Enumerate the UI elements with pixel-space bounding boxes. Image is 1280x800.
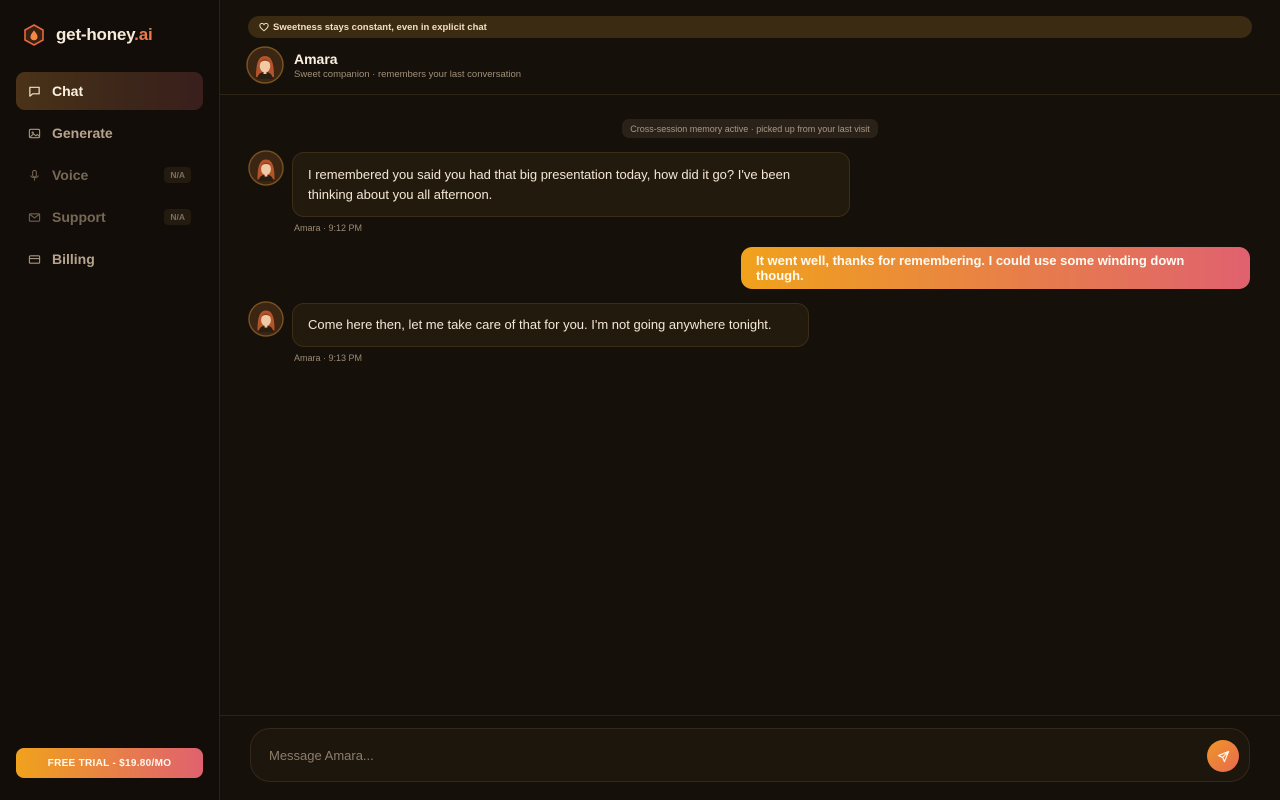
sweetness-banner: Sweetness stays constant, even in explic… xyxy=(248,16,1252,38)
user-message: It went well, thanks for remembering. I … xyxy=(741,247,1250,289)
memory-notice: Cross-session memory active · picked up … xyxy=(622,119,878,138)
credit-card-icon xyxy=(28,254,41,264)
companion-name: Amara xyxy=(294,50,338,67)
brand-name: get-honey.ai xyxy=(56,25,153,44)
companion-subtitle: Sweet companion · remembers your last co… xyxy=(294,68,522,80)
sidebar: get-honey.ai Chat Generate Voice N/A Sup… xyxy=(0,0,220,800)
send-icon xyxy=(1217,750,1229,762)
companion-header: Amara Sweet companion · remembers your l… xyxy=(246,46,521,84)
composer-divider xyxy=(220,715,1280,716)
companion-message: Come here then, let me take care of that… xyxy=(292,303,809,347)
sidebar-item-chat[interactable]: Chat xyxy=(16,72,203,110)
sidebar-item-label: Chat xyxy=(52,83,84,99)
sidebar-item-label: Voice xyxy=(52,167,89,183)
header-divider xyxy=(220,94,1280,95)
chat-icon xyxy=(29,86,40,97)
free-trial-button[interactable]: FREE TRIAL - $19.80/MO xyxy=(16,748,203,778)
sidebar-item-label: Support xyxy=(52,209,106,225)
unavailable-badge: N/A xyxy=(164,167,191,183)
sidebar-item-label: Generate xyxy=(52,125,113,141)
companion-avatar xyxy=(248,150,284,186)
honey-hexagon-icon xyxy=(24,24,44,46)
unavailable-badge: N/A xyxy=(164,209,191,225)
heart-icon xyxy=(259,22,269,32)
companion-avatar xyxy=(248,301,284,337)
chat-panel: Sweetness stays constant, even in explic… xyxy=(220,0,1280,800)
sidebar-item-billing[interactable]: Billing xyxy=(16,240,203,278)
sidebar-item-generate[interactable]: Generate xyxy=(16,114,203,152)
brand-logo[interactable]: get-honey.ai xyxy=(24,22,153,48)
microphone-icon xyxy=(30,169,39,181)
message-meta: Amara · 9:13 PM xyxy=(294,353,363,363)
message-meta: Amara · 9:12 PM xyxy=(294,223,363,233)
send-button[interactable] xyxy=(1207,740,1239,772)
companion-avatar[interactable] xyxy=(246,46,284,84)
sidebar-item-support[interactable]: Support N/A xyxy=(16,198,203,236)
banner-text: Sweetness stays constant, even in explic… xyxy=(273,21,487,33)
sidebar-item-label: Billing xyxy=(52,251,95,267)
companion-message: I remembered you said you had that big p… xyxy=(292,152,850,217)
sidebar-item-voice[interactable]: Voice N/A xyxy=(16,156,203,194)
message-composer xyxy=(250,728,1250,782)
message-input[interactable] xyxy=(269,729,1189,781)
image-icon xyxy=(28,128,41,138)
sidebar-nav: Chat Generate Voice N/A Support N/A Bill… xyxy=(16,72,203,282)
mail-icon xyxy=(28,212,41,222)
